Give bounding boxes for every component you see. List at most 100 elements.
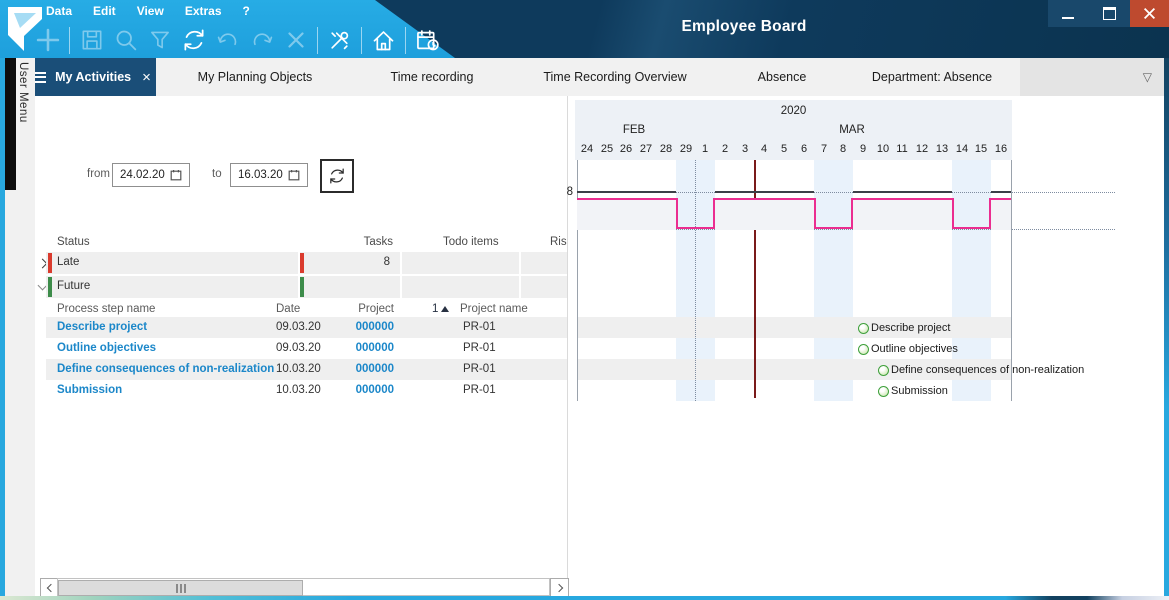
filter-icon[interactable] [144, 24, 175, 56]
row-project-name: PR-01 [463, 321, 496, 333]
from-date-input[interactable] [120, 169, 170, 181]
calendar-icon[interactable] [170, 169, 182, 181]
hamburger-icon[interactable] [33, 72, 46, 83]
tab-my-activities[interactable]: My Activities × [28, 58, 156, 96]
milestone-dot-icon[interactable] [878, 386, 889, 397]
sort-indicator[interactable]: 1 [432, 303, 449, 315]
process-step-link[interactable]: Outline objectives [57, 342, 156, 354]
window-right-border [1164, 58, 1169, 596]
column-header-status[interactable]: Status [57, 236, 90, 248]
gantt-day-label: 14 [952, 143, 972, 155]
workload-line [952, 227, 992, 229]
menu-item-extras[interactable]: Extras [185, 4, 222, 18]
scrollbar-track[interactable] [57, 578, 550, 596]
from-date-field[interactable] [112, 163, 190, 187]
tab-close-icon[interactable]: × [142, 70, 151, 85]
add-icon[interactable] [32, 24, 63, 56]
process-step-link[interactable]: Define consequences of non-realization [57, 363, 274, 375]
settings-tools-icon[interactable] [324, 24, 355, 56]
milestone-dot-icon[interactable] [878, 365, 889, 376]
menu-bar: Data Edit View Extras ? [46, 4, 250, 18]
home-icon[interactable] [368, 24, 399, 56]
project-link[interactable]: 000000 [315, 321, 394, 333]
chevron-left-icon [46, 584, 54, 592]
menu-item-data[interactable]: Data [46, 4, 72, 18]
subheader-date[interactable]: Date [276, 303, 300, 315]
to-date-field[interactable] [230, 163, 308, 187]
project-link[interactable]: 000000 [315, 384, 394, 396]
tab-time-recording-overview[interactable]: Time Recording Overview [510, 58, 720, 96]
gantt-day-label: 26 [616, 143, 636, 155]
tab-label: Department: Absence [872, 70, 992, 84]
menu-item-edit[interactable]: Edit [93, 4, 116, 18]
subheader-project[interactable]: Project [315, 303, 394, 315]
milestone[interactable]: Define consequences of non-realization [878, 364, 1084, 376]
workload-fill [853, 200, 952, 230]
gantt-day-label: 10 [873, 143, 893, 155]
workload-line [853, 198, 952, 200]
tab-overflow-area: ▽ [1020, 58, 1164, 96]
user-menu-tab[interactable] [5, 58, 16, 190]
title-bar: Data Edit View Extras ? [0, 0, 1169, 58]
minimize-button[interactable] [1048, 0, 1088, 27]
milestone-dot-icon[interactable] [858, 344, 869, 355]
toolbar [32, 23, 443, 57]
menu-item-view[interactable]: View [137, 4, 164, 18]
tab-my-planning-objects[interactable]: My Planning Objects [156, 58, 354, 96]
tab-label: Time Recording Overview [543, 70, 686, 84]
tab-bar: My Activities × My Planning Objects Time… [16, 58, 1164, 96]
milestone-label: Define consequences of non-realization [891, 364, 1084, 376]
tab-overflow-dropdown-icon[interactable]: ▽ [1143, 70, 1152, 84]
to-label: to [212, 168, 222, 180]
milestone[interactable]: Outline objectives [858, 343, 958, 355]
tab-absence[interactable]: Absence [720, 58, 844, 96]
gantt-day-label: 29 [676, 143, 696, 155]
search-icon[interactable] [110, 24, 141, 56]
save-icon[interactable] [76, 24, 107, 56]
gantt-day-label: 9 [853, 143, 873, 155]
scrollbar-thumb[interactable] [58, 580, 303, 596]
toolbar-separator [361, 27, 362, 54]
milestone-dot-icon[interactable] [858, 323, 869, 334]
calendar-icon[interactable] [288, 169, 300, 181]
workload-line [991, 198, 1011, 200]
future-status-bar [48, 277, 52, 297]
workload-line-step [814, 198, 816, 229]
gantt-day-label: 12 [912, 143, 932, 155]
tab-time-recording[interactable]: Time recording [354, 58, 510, 96]
gantt-month-label-feb: FEB [594, 124, 674, 136]
planning-board-icon[interactable] [412, 24, 443, 56]
apply-date-range-button[interactable] [320, 159, 354, 193]
subheader-project-name[interactable]: Project name [460, 303, 528, 315]
project-link[interactable]: 000000 [315, 363, 394, 375]
project-link[interactable]: 000000 [315, 342, 394, 354]
gantt-month-label-mar: MAR [812, 124, 892, 136]
menu-item-help[interactable]: ? [243, 4, 250, 18]
undo-icon[interactable] [212, 24, 243, 56]
delete-icon[interactable] [280, 24, 311, 56]
maximize-button[interactable] [1088, 0, 1130, 27]
tab-label: Time recording [391, 70, 474, 84]
workload-line-step [676, 198, 678, 229]
redo-icon[interactable] [246, 24, 277, 56]
gantt-panel: 2020 FEB MAR 24 25 26 27 28 29 1 2 3 4 5… [575, 96, 1164, 596]
process-step-link[interactable]: Describe project [57, 321, 147, 333]
workload-fill [991, 200, 1011, 230]
column-header-todo-items[interactable]: Todo items [443, 236, 499, 248]
milestone[interactable]: Describe project [858, 322, 950, 334]
tab-department-absence[interactable]: Department: Absence [844, 58, 1020, 96]
close-button[interactable] [1130, 0, 1169, 27]
process-step-link[interactable]: Submission [57, 384, 122, 396]
milestone[interactable]: Submission [878, 385, 948, 397]
column-header-risks[interactable]: Ris [550, 236, 567, 248]
subheader-process-step-name[interactable]: Process step name [57, 303, 155, 315]
column-header-tasks[interactable]: Tasks [302, 236, 393, 248]
scroll-right-button[interactable] [550, 578, 569, 598]
chevron-right-icon [554, 584, 562, 592]
tab-label: Absence [758, 70, 807, 84]
tab-label: My Activities [55, 70, 131, 84]
refresh-icon [327, 166, 347, 186]
refresh-icon[interactable] [178, 24, 209, 56]
to-date-input[interactable] [238, 169, 288, 181]
milestone-label: Outline objectives [871, 343, 958, 355]
